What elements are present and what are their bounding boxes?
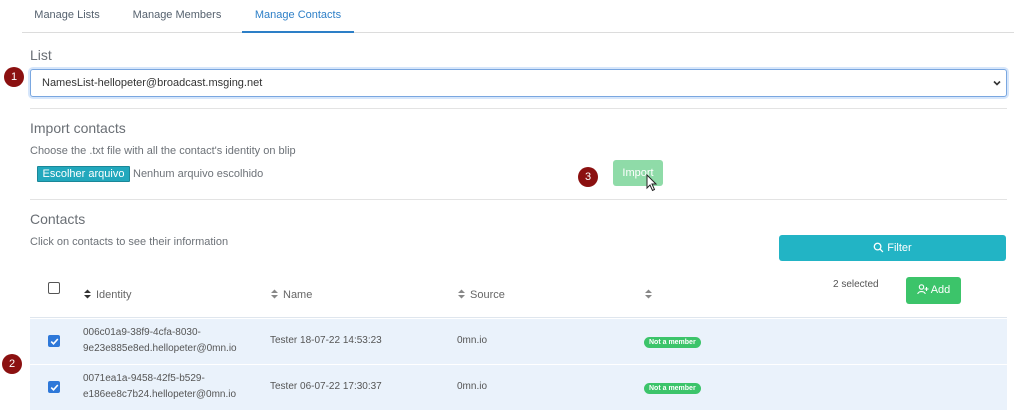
search-icon (873, 242, 884, 253)
sort-icon (458, 289, 465, 299)
status-badge: Not a member (644, 383, 701, 394)
tab-manage-contacts[interactable]: Manage Contacts (242, 0, 354, 33)
select-all-checkbox[interactable] (48, 282, 60, 294)
column-header-label: Source (470, 289, 505, 301)
name-cell: Tester 06-07-22 17:30:37 (270, 381, 382, 392)
import-section-title: Import contacts (30, 120, 126, 136)
sort-icon (84, 289, 91, 299)
column-header-label: Name (283, 289, 313, 301)
selected-count: 2 selected (833, 279, 879, 290)
table-row[interactable]: 0071ea1a-9458-42f5-b529- e186ee8c7b24.he… (30, 365, 1007, 410)
filter-button-label: Filter (887, 242, 912, 254)
identity-cell: 006c01a9-38f9-4cfa-8030- 9e23e885e8ed.he… (83, 325, 237, 357)
filter-button[interactable]: Filter (779, 235, 1006, 261)
identity-line: 9e23e885e8ed.hellopeter@0mn.io (83, 343, 237, 354)
add-button[interactable]: Add (906, 277, 961, 304)
sort-icon (645, 289, 652, 299)
checkmark-icon (50, 384, 59, 391)
choose-file-button[interactable]: Escolher arquivo (37, 166, 130, 182)
step-marker-1: 1 (4, 67, 24, 87)
status-badge: Not a member (644, 337, 701, 348)
tab-bar: Manage Lists Manage Members Manage Conta… (22, 0, 1014, 33)
identity-line: 0071ea1a-9458-42f5-b529- (83, 373, 205, 384)
name-cell: Tester 18-07-22 14:53:23 (270, 335, 382, 346)
contacts-helper-text: Click on contacts to see their informati… (30, 236, 229, 248)
identity-line: 006c01a9-38f9-4cfa-8030- (83, 327, 201, 338)
mouse-cursor-icon (646, 174, 658, 192)
table-row[interactable]: 006c01a9-38f9-4cfa-8030- 9e23e885e8ed.he… (30, 319, 1007, 365)
step-marker-2: 2 (2, 354, 22, 374)
column-header-identity[interactable]: Identity (83, 289, 131, 301)
add-button-label: Add (930, 284, 951, 296)
file-status-text: Nenhum arquivo escolhido (133, 168, 264, 180)
add-user-icon (916, 284, 929, 295)
list-section-title: List (30, 47, 52, 63)
identity-line: e186ee8c7b24.hellopeter@0mn.io (83, 389, 237, 400)
column-header-name[interactable]: Name (270, 289, 312, 301)
list-select-value: NamesList-hellopeter@broadcast.msging.ne… (42, 77, 263, 89)
divider (30, 108, 1007, 109)
row-checkbox[interactable] (48, 335, 60, 347)
import-helper-text: Choose the .txt file with all the contac… (30, 145, 296, 157)
list-select[interactable]: NamesList-hellopeter@broadcast.msging.ne… (30, 69, 1007, 97)
column-header-status[interactable] (644, 289, 657, 301)
divider (30, 199, 1007, 200)
column-header-label: Identity (96, 289, 132, 301)
identity-cell: 0071ea1a-9458-42f5-b529- e186ee8c7b24.he… (83, 371, 236, 403)
tab-manage-members[interactable]: Manage Members (118, 0, 236, 33)
sort-icon (271, 289, 278, 299)
step-marker-3: 3 (578, 167, 598, 187)
source-cell: 0mn.io (457, 381, 488, 392)
chevron-down-icon (993, 80, 1001, 86)
checkmark-icon (50, 338, 59, 345)
source-cell: 0mn.io (457, 335, 488, 346)
row-checkbox[interactable] (48, 381, 60, 393)
column-header-source[interactable]: Source (457, 289, 505, 301)
contacts-section-title: Contacts (30, 211, 86, 227)
tab-manage-lists[interactable]: Manage Lists (22, 0, 112, 33)
